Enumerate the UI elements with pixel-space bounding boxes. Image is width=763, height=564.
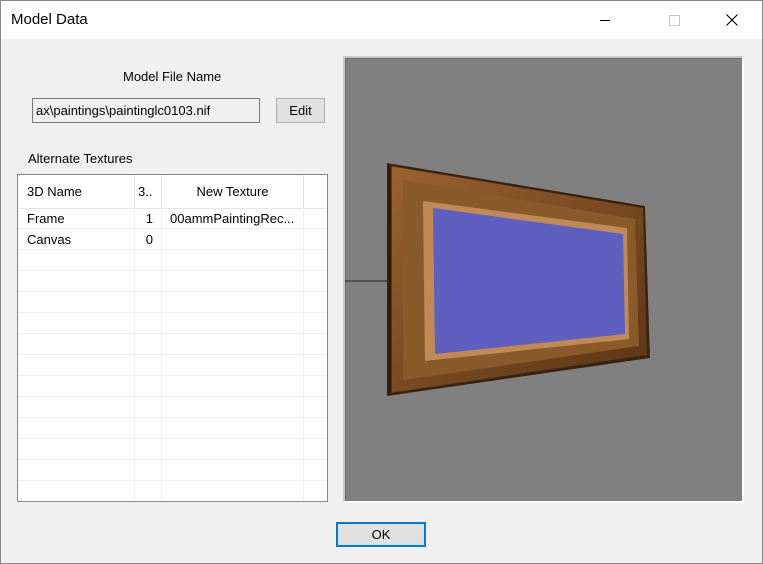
close-icon	[726, 14, 738, 26]
maximize-icon	[668, 14, 680, 26]
column-header-3d-name[interactable]: 3D Name	[18, 175, 135, 208]
cell-new-texture: 00ammPaintingRec...	[170, 211, 295, 226]
table-row[interactable]: Frame 1 00ammPaintingRec...	[18, 208, 327, 229]
cell-3d-name: Canvas	[27, 232, 72, 247]
list-header: 3D Name 3.. New Texture	[18, 175, 327, 209]
cell-new-texture	[170, 229, 304, 250]
minimize-icon	[600, 19, 610, 21]
empty-row	[18, 355, 327, 376]
title-bar[interactable]: Model Data	[1, 1, 762, 39]
column-header-index[interactable]: 3..	[135, 175, 162, 208]
empty-row	[18, 481, 327, 501]
model-file-field[interactable]: ax\paintings\paintinglc0103.nif	[32, 98, 260, 123]
empty-row	[18, 460, 327, 481]
empty-row	[18, 376, 327, 397]
edit-button[interactable]: Edit	[276, 98, 325, 123]
alternate-textures-label: Alternate Textures	[28, 151, 133, 166]
table-row[interactable]: Canvas 0	[18, 229, 327, 250]
empty-row	[18, 250, 327, 271]
model-data-dialog: Model Data Model File Name ax\paintings\…	[0, 0, 763, 564]
column-header-empty[interactable]	[304, 175, 327, 208]
close-button[interactable]	[709, 1, 755, 39]
empty-row	[18, 313, 327, 334]
minimize-button[interactable]	[582, 1, 628, 39]
cell-index: 1	[145, 211, 153, 226]
cell-3d-name: Frame	[27, 211, 65, 226]
model-preview-viewport[interactable]	[343, 56, 744, 503]
model-file-label: Model File Name	[123, 69, 222, 84]
alternate-textures-list[interactable]: 3D Name 3.. New Texture Frame 1 00ammPai…	[17, 174, 328, 502]
cell-index: 0	[145, 232, 153, 247]
ok-button[interactable]: OK	[336, 522, 426, 547]
window-title: Model Data	[11, 11, 88, 28]
empty-row	[18, 292, 327, 313]
maximize-button	[651, 1, 697, 39]
empty-row	[18, 271, 327, 292]
empty-row	[18, 439, 327, 460]
empty-row	[18, 334, 327, 355]
painting-frame-render	[345, 163, 650, 396]
empty-row	[18, 397, 327, 418]
column-header-new-texture[interactable]: New Texture	[162, 175, 304, 208]
empty-row	[18, 418, 327, 439]
